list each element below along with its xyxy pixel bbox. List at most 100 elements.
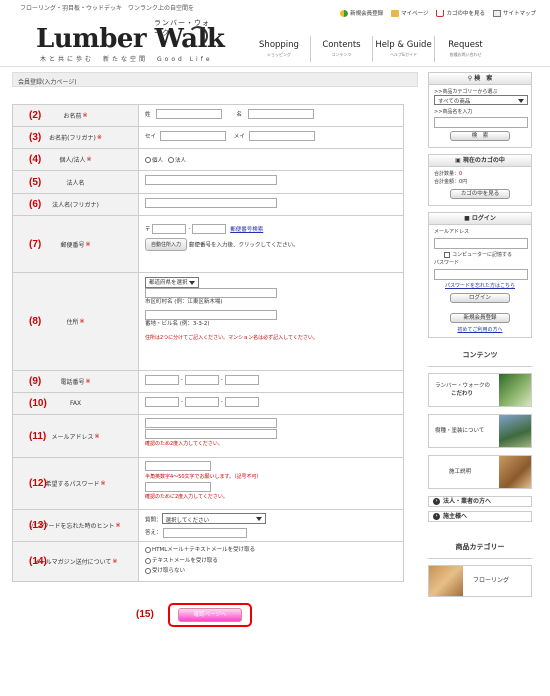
row-fax: (10) FAX - - xyxy=(13,393,403,415)
mypage-link[interactable]: マイページ xyxy=(391,9,428,17)
contents-heading: コンテンツ xyxy=(428,344,532,367)
prefecture-select[interactable]: 都道府県を選択 xyxy=(145,277,199,288)
sitemap-icon xyxy=(492,9,501,17)
logo-swirl-icon xyxy=(188,26,208,46)
confirm-button[interactable]: 確認ページへ xyxy=(178,608,242,622)
cart-icon xyxy=(436,9,445,17)
cart-icon: ▣ xyxy=(455,157,463,164)
row-tel: (9) 電話番号 ※ - - xyxy=(13,371,403,393)
content-install[interactable]: 施工説明 xyxy=(428,455,532,489)
label-address: (8) 住所 ※ xyxy=(13,273,139,370)
label-password: (12) 希望するパスワード ※ xyxy=(13,458,139,509)
register-link[interactable]: 新規会員登録 xyxy=(340,9,383,17)
login-email-input[interactable] xyxy=(434,238,528,249)
tel1-input[interactable] xyxy=(145,375,179,385)
arrow-icon: › xyxy=(433,498,440,505)
category-flooring[interactable]: フローリング xyxy=(428,565,532,597)
address1-input[interactable] xyxy=(145,288,277,298)
label-tel: (9) 電話番号 ※ xyxy=(13,371,139,392)
row-company: (5) 法人名 xyxy=(13,171,403,194)
species-image xyxy=(499,415,531,447)
nav-contents[interactable]: Contents コンテンツ xyxy=(310,36,372,62)
corporate-radio[interactable] xyxy=(167,157,174,163)
row-name-kana: (3) お名前(フリガナ) ※ セイ メイ xyxy=(13,127,403,149)
label-name-kana: (3) お名前(フリガナ) ※ xyxy=(13,127,139,148)
content-species[interactable]: 樹種・塗装について xyxy=(428,414,532,448)
search-box: ⚲ 検 索 >>商品カテゴリーから選ぶ すべての商品 >>商品名を入力 検 索 xyxy=(428,72,532,148)
password-input[interactable] xyxy=(145,461,211,471)
fax1-input[interactable] xyxy=(145,397,179,407)
global-nav: Shopping ショッピング Contents コンテンツ Help & Guid… xyxy=(248,36,496,62)
registration-form: (2) お名前 ※ 姓 名 (3) お名前(フリガナ) ※ セイ メイ (4) 個人/法人… xyxy=(12,104,404,582)
flooring-image xyxy=(429,566,463,596)
logo-motto: 木と共に歩む 新たな空間 Good Life xyxy=(40,56,213,63)
label-mail-magazine: (14) メールマガジン送付について ※ xyxy=(13,542,139,581)
folder-icon xyxy=(391,9,400,17)
auto-address-button[interactable]: 自動住所入力 xyxy=(145,238,188,251)
zip-search-link[interactable]: 郵便番号検索 xyxy=(230,227,263,233)
leaf-icon xyxy=(340,9,349,17)
company-input[interactable] xyxy=(145,175,277,185)
cart-link[interactable]: カゴの中を見る xyxy=(436,9,485,17)
zip1-input[interactable] xyxy=(152,224,187,234)
row-name: (2) お名前 ※ 姓 名 xyxy=(13,105,403,127)
forgot-password-link[interactable]: パスワードを忘れた方はこちら xyxy=(434,282,526,290)
nav-request[interactable]: Request 各種お問い合わせ xyxy=(434,36,496,62)
sitemap-link[interactable]: サイトマップ xyxy=(492,9,536,17)
label-email: (11) メールアドレス ※ xyxy=(13,415,139,457)
tel3-input[interactable] xyxy=(224,375,259,385)
install-image xyxy=(499,456,531,488)
login-button[interactable]: ログイン xyxy=(450,293,510,303)
password-confirm-input[interactable] xyxy=(145,481,211,492)
view-cart-button[interactable]: カゴの中を見る xyxy=(450,189,510,199)
login-password-input[interactable] xyxy=(434,269,528,280)
last-name-input[interactable] xyxy=(156,109,223,119)
corporate-link[interactable]: › 法人・業者の方へ xyxy=(428,496,532,507)
tel2-input[interactable] xyxy=(184,375,219,385)
owner-link[interactable]: › 施主様へ xyxy=(428,511,532,522)
last-name-kana-input[interactable] xyxy=(159,131,226,141)
mail-option-text[interactable]: テキストメールを受け取る xyxy=(145,556,397,567)
label-name: (2) お名前 ※ xyxy=(13,105,139,126)
remember-checkbox[interactable]: コンピューターに記憶する xyxy=(434,251,526,259)
category-heading: 商品カテゴリー xyxy=(428,536,532,559)
arrow-icon: › xyxy=(433,513,440,520)
address2-input[interactable] xyxy=(145,310,277,320)
top-links: 新規会員登録 マイページ カゴの中を見る サイトマップ xyxy=(340,9,536,17)
nav-help[interactable]: Help & Guide ヘルプ&ガイド xyxy=(372,36,434,62)
hint-question-select[interactable]: 選択してください xyxy=(161,513,266,524)
first-name-kana-input[interactable] xyxy=(248,131,315,141)
submit-highlight: 確認ページへ xyxy=(168,603,252,627)
nav-shopping[interactable]: Shopping ショッピング xyxy=(248,36,310,62)
fax3-input[interactable] xyxy=(224,397,259,407)
personal-radio[interactable] xyxy=(145,157,151,163)
label-type: (4) 個人/法人 ※ xyxy=(13,149,139,170)
header-divider xyxy=(0,66,550,67)
fax2-input[interactable] xyxy=(184,397,219,407)
content-kodawari[interactable]: ランバー・ウォークの こだわり xyxy=(428,373,532,407)
site-tagline: フローリング・羽目板・ウッドデッキ ワンランク上の自空間を xyxy=(20,5,195,12)
first-name-input[interactable] xyxy=(247,109,314,119)
cart-box: ▣ 現在のカゴの中 合計数量：0 合計金額：0円 カゴの中を見る xyxy=(428,154,532,206)
label-fax: (10) FAX xyxy=(13,393,139,414)
search-button[interactable]: 検 索 xyxy=(450,131,510,141)
sidebar: ⚲ 検 索 >>商品カテゴリーから選ぶ すべての商品 >>商品名を入力 検 索 … xyxy=(428,72,532,604)
first-time-link[interactable]: 初めてご利用の方へ xyxy=(434,326,526,334)
email-confirm-input[interactable] xyxy=(145,428,277,439)
site-logo[interactable]: ランバー・ウォーク Lumber Walk 木と共に歩む 新たな空間 Good … xyxy=(34,18,225,64)
category-select[interactable]: すべての商品 xyxy=(434,95,528,105)
hint-answer-input[interactable] xyxy=(162,528,247,538)
mail-option-html[interactable]: HTMLメール＋テキストメールを受け取る xyxy=(145,545,397,556)
company-kana-input[interactable] xyxy=(145,198,277,208)
row-address: (8) 住所 ※ 都道府県を選択 市区町村名 (例：江東区新木場) 番地・ビル名 (… xyxy=(13,273,403,371)
kodawari-image xyxy=(499,374,531,406)
row-hint: (13) パスワードを忘れた時のヒント ※ 質問： 選択してください 答え： xyxy=(13,510,403,542)
label-hint: (13) パスワードを忘れた時のヒント ※ xyxy=(13,510,139,541)
mail-option-none[interactable]: 受け取らない xyxy=(145,566,397,577)
email-input[interactable] xyxy=(145,418,277,428)
register-button[interactable]: 新規会員登録 xyxy=(450,313,510,323)
row-zip: (7) 郵便番号 ※ 〒 - 郵便番号検索 自動住所入力 郵便番号を入力後、クリック… xyxy=(13,216,403,273)
row-email: (11) メールアドレス ※ 確認のため2度入力してください。 xyxy=(13,415,403,458)
zip2-input[interactable] xyxy=(192,224,227,234)
product-name-input[interactable] xyxy=(434,117,528,128)
